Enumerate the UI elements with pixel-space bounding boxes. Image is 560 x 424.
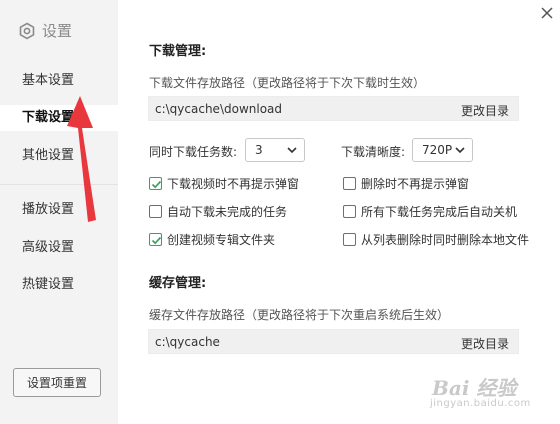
sidebar-header: 设置 bbox=[18, 20, 72, 41]
sidebar-item-basic[interactable]: 基本设置 bbox=[0, 68, 118, 94]
check-icon bbox=[151, 180, 162, 189]
option-label: 下载视频时不再提示弹窗 bbox=[167, 177, 300, 191]
download-path-value: c:\qycache\download bbox=[155, 101, 283, 116]
checkbox[interactable] bbox=[343, 177, 356, 190]
concurrent-tasks-select[interactable]: 3 bbox=[245, 138, 305, 162]
option-album-folder[interactable]: 创建视频专辑文件夹 bbox=[149, 231, 275, 248]
cache-section-title: 缓存管理: bbox=[149, 276, 207, 291]
cache-path-value: c:\qycache bbox=[155, 334, 220, 349]
concurrent-tasks-value: 3 bbox=[255, 143, 263, 157]
sidebar-item-other[interactable]: 其他设置 bbox=[0, 143, 118, 169]
option-auto-shutdown[interactable]: 所有下载任务完成后自动关机 bbox=[343, 203, 517, 220]
watermark-url: jingyan.baidu.com bbox=[430, 398, 531, 409]
sidebar-divider bbox=[0, 184, 118, 185]
option-label: 删除时不再提示弹窗 bbox=[361, 177, 470, 191]
settings-sidebar: 设置 基本设置 下载设置 其他设置 播放设置 高级设置 热键设置 设置项重置 bbox=[0, 0, 118, 424]
checkbox[interactable] bbox=[149, 233, 162, 246]
cache-path-field[interactable]: c:\qycache 更改目录 bbox=[148, 329, 519, 354]
option-delete-local-file[interactable]: 从列表删除时同时删除本地文件 bbox=[343, 231, 529, 248]
checkbox[interactable] bbox=[343, 233, 356, 246]
reset-settings-button[interactable]: 设置项重置 bbox=[13, 368, 101, 397]
download-change-dir-button[interactable]: 更改目录 bbox=[461, 102, 509, 119]
option-auto-resume[interactable]: 自动下载未完成的任务 bbox=[149, 203, 287, 220]
checkbox[interactable] bbox=[149, 177, 162, 190]
concurrent-tasks-label: 同时下载任务数: bbox=[149, 145, 238, 159]
download-path-description: 下载文件存放路径（更改路径将于下次下载时生效） bbox=[149, 76, 426, 90]
sidebar-item-playback[interactable]: 播放设置 bbox=[0, 197, 118, 223]
option-label: 从列表删除时同时删除本地文件 bbox=[361, 233, 530, 247]
close-icon[interactable] bbox=[538, 4, 556, 22]
option-label: 所有下载任务完成后自动关机 bbox=[361, 205, 518, 219]
option-label: 创建视频专辑文件夹 bbox=[167, 233, 276, 247]
cache-path-description: 缓存文件存放路径（更改路径将于下次重启系统后生效） bbox=[149, 308, 450, 322]
check-icon bbox=[151, 236, 162, 245]
quality-label: 下载清晰度: bbox=[341, 145, 406, 159]
watermark-logo-text: Bai 经验 bbox=[432, 376, 517, 400]
sidebar-item-hotkeys[interactable]: 热键设置 bbox=[0, 272, 118, 298]
sidebar-item-download[interactable]: 下载设置 bbox=[0, 105, 118, 131]
sidebar-title: 设置 bbox=[42, 22, 73, 40]
chevron-down-icon bbox=[287, 147, 297, 154]
option-no-prompt-delete[interactable]: 删除时不再提示弹窗 bbox=[343, 175, 469, 192]
quality-value: 720P bbox=[422, 143, 453, 157]
sidebar-item-advanced[interactable]: 高级设置 bbox=[0, 235, 118, 261]
download-path-field[interactable]: c:\qycache\download 更改目录 bbox=[148, 96, 519, 121]
baidu-jingyan-watermark: Bai 经验 jingyan.baidu.com bbox=[422, 370, 552, 416]
checkbox[interactable] bbox=[343, 205, 356, 218]
cache-change-dir-button[interactable]: 更改目录 bbox=[461, 335, 509, 352]
quality-select[interactable]: 720P bbox=[412, 138, 473, 162]
option-label: 自动下载未完成的任务 bbox=[167, 205, 288, 219]
checkbox[interactable] bbox=[149, 205, 162, 218]
chevron-down-icon bbox=[455, 147, 465, 154]
settings-hex-icon bbox=[19, 22, 35, 39]
option-no-prompt-download[interactable]: 下载视频时不再提示弹窗 bbox=[149, 175, 299, 192]
download-section-title: 下载管理: bbox=[149, 44, 207, 59]
